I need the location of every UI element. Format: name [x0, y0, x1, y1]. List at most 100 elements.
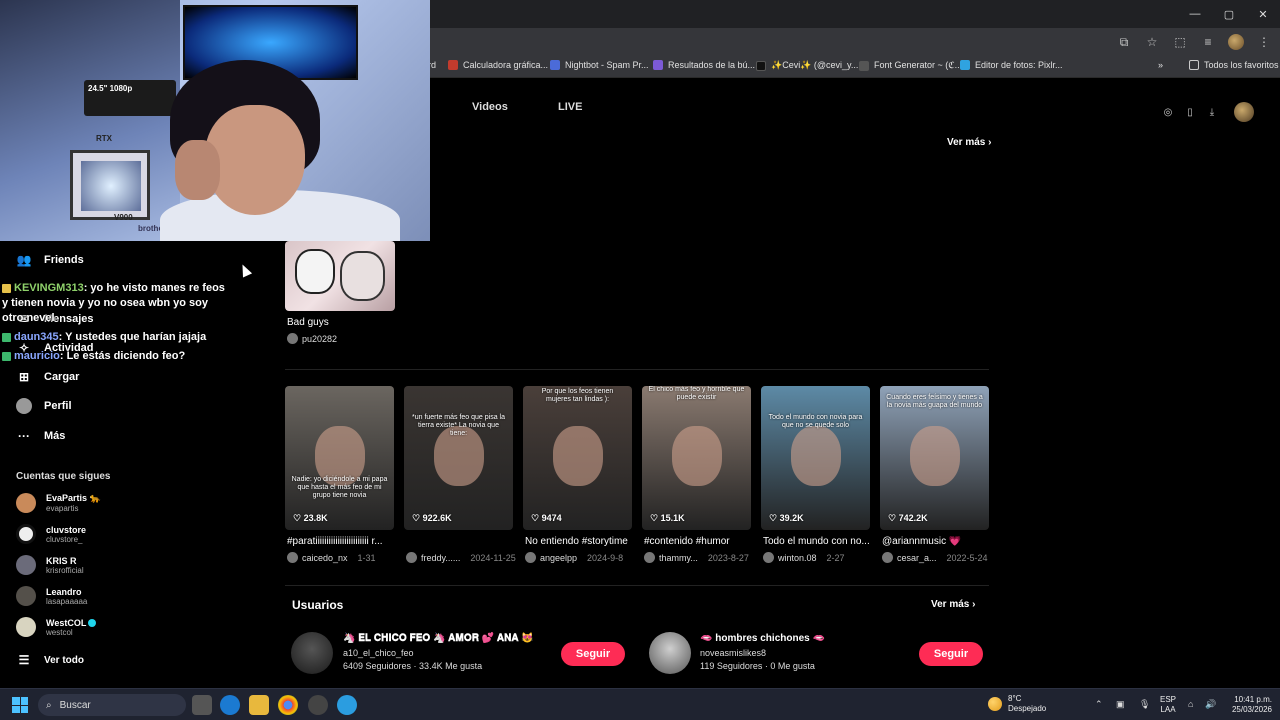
divider — [285, 369, 989, 370]
clock[interactable]: 10:41 p.m. 25/03/2026 — [1222, 695, 1272, 715]
bookmark-icon — [448, 60, 458, 70]
profile-avatar[interactable] — [1228, 34, 1244, 50]
following-account[interactable]: KRIS Rkrisrofficial — [16, 555, 84, 575]
bookmark[interactable]: ✨Cevi✨ (@cevi_y... — [756, 60, 858, 71]
video-author[interactable]: winton.08 2-27 — [763, 552, 845, 563]
minimize-button[interactable]: — — [1178, 0, 1212, 28]
star-icon[interactable]: ☆ — [1144, 34, 1160, 50]
sidebar-item-more[interactable]: ··· Más — [16, 428, 65, 444]
download-icon[interactable]: ⤓ — [1206, 106, 1218, 118]
video-title[interactable]: #paratiiiiiiiiiiiiiiiiiiiiiiii r... — [287, 536, 383, 547]
following-account[interactable]: WestCOL westcol — [16, 617, 97, 637]
video-thumbnail[interactable]: Cuando eres feísimo y tienes a la novia … — [880, 386, 989, 530]
tray-expand-icon[interactable]: ⌃ — [1095, 699, 1103, 710]
chat-message: daun345: Y ustedes que harían jajaja — [2, 330, 232, 345]
video-thumbnail[interactable]: El chico más feo y horrible que puede ex… — [642, 386, 751, 530]
avatar — [16, 617, 36, 637]
network-icon[interactable]: ⌂ — [1188, 699, 1193, 709]
video-title[interactable]: No entiendo #storytime — [525, 536, 628, 547]
media-icon[interactable]: ≡ — [1200, 34, 1216, 50]
video-title[interactable]: #contenido #humor — [644, 536, 730, 547]
video-thumbnail[interactable] — [285, 241, 395, 311]
start-button[interactable] — [12, 697, 28, 713]
see-more-users-link[interactable]: Ver más › — [931, 599, 975, 610]
language-indicator[interactable]: ESP LAA — [1160, 695, 1176, 715]
following-account[interactable]: EvaPartis 🐆 evapartis — [16, 493, 101, 513]
close-button[interactable]: ✕ — [1246, 0, 1280, 28]
following-account[interactable]: cluvstore cluvstore_ — [16, 524, 86, 544]
app-icon[interactable] — [337, 695, 357, 715]
video-title[interactable]: Todo el mundo con no... — [763, 536, 870, 547]
video-author[interactable]: angeelpp 2024-9-8 — [525, 552, 623, 563]
avatar — [16, 493, 36, 513]
video-title[interactable]: @ariannmusic 💗 — [882, 536, 961, 547]
video-author[interactable]: caicedo_nx 1-31 — [287, 552, 376, 563]
bookmark[interactable]: Nightbot - Spam Pr... — [550, 60, 649, 70]
like-count: ♡ 39.2K — [769, 513, 804, 523]
video-author[interactable]: freddy...... 2024-11-25 — [406, 552, 516, 563]
following-account[interactable]: Leandro lasapaaaaa — [16, 586, 87, 606]
video-author[interactable]: pu20282 — [287, 333, 337, 344]
weather-widget[interactable]: 8°C Despejado — [988, 694, 1046, 714]
monitor-box: 24.5" 1080p — [84, 80, 176, 116]
folder-icon — [1189, 60, 1199, 70]
extensions-icon[interactable]: ⬚ — [1172, 34, 1188, 50]
video-thumbnail[interactable]: Nadie: yo diciéndole a mi papa que hasta… — [285, 386, 394, 530]
user-avatar[interactable] — [1234, 102, 1254, 122]
bookmark[interactable]: Font Generator ~ (ℭ... — [859, 60, 962, 71]
cast-icon[interactable]: ⧉ — [1116, 34, 1132, 50]
sidebar-item-profile[interactable]: Perfil — [16, 398, 72, 414]
edge-icon[interactable] — [220, 695, 240, 715]
see-all-following[interactable]: ☰ Ver todo — [16, 652, 84, 668]
webcam-overlay: 24.5" 1080p RTX V900 brother — [0, 0, 430, 241]
phone-icon[interactable]: ▯ — [1184, 106, 1196, 118]
tab-videos[interactable]: Videos — [472, 101, 508, 113]
bookmark[interactable]: Calculadora gráfica... — [448, 60, 548, 70]
pixlr-icon — [960, 60, 970, 70]
top-right-actions: ◎ ▯ ⤓ — [1162, 102, 1254, 122]
follow-button[interactable]: Seguir — [919, 642, 983, 666]
see-more-link[interactable]: Ver más › — [947, 137, 991, 148]
author-avatar — [644, 552, 655, 563]
user-name[interactable]: 🫦 hombres chichones 🫦 — [700, 633, 825, 644]
video-title[interactable]: Bad guys — [287, 317, 329, 328]
video-thumbnail[interactable]: *un fuerte más feo que pisa la tierra ex… — [404, 386, 513, 530]
badge-icon — [2, 351, 11, 361]
author-avatar — [287, 552, 298, 563]
video-thumbnail[interactable]: Por que los feos tienen mujeres tan lind… — [523, 386, 632, 530]
follow-button[interactable]: Seguir — [561, 642, 625, 666]
video-caption-overlay: El chico más feo y horrible que puede ex… — [648, 386, 745, 401]
maximize-button[interactable]: ▢ — [1212, 0, 1246, 28]
video-author[interactable]: thammy... 2023-8-27 — [644, 552, 749, 563]
avatar — [16, 524, 36, 544]
menu-icon[interactable]: ⋮ — [1256, 34, 1272, 50]
user-stats: 119 Seguidores · 0 Me gusta — [700, 661, 815, 671]
volume-icon[interactable]: 🔊 — [1205, 699, 1216, 710]
tab-live[interactable]: LIVE — [558, 101, 582, 113]
task-view-icon[interactable] — [192, 695, 212, 715]
chat-message: mauricio: Le estás diciendo feo? — [2, 349, 232, 364]
all-favorites-folder[interactable]: Todos los favoritos — [1189, 60, 1279, 70]
user-avatar[interactable] — [649, 632, 691, 674]
user-avatar[interactable] — [291, 632, 333, 674]
video-author[interactable]: cesar_a... 2022-5-24 — [882, 552, 988, 563]
sidebar-item-upload[interactable]: ⊞ Cargar — [16, 369, 80, 385]
more-bookmarks-button[interactable]: » — [1158, 60, 1163, 70]
video-thumbnail[interactable]: Todo el mundo con novia para que no se q… — [761, 386, 870, 530]
stream-chat-overlay: KEVINGM313: yo he visto manes re feos y … — [2, 281, 232, 368]
folder-icon[interactable] — [249, 695, 269, 715]
verified-icon — [88, 619, 97, 628]
bookmark-icon — [859, 60, 869, 71]
microphone-icon[interactable]: 🎙 — [1139, 699, 1150, 710]
badge-icon — [2, 283, 11, 293]
user-name[interactable]: 🦄 𝐄𝐋 𝐂𝐇𝐈𝐂𝐎 𝐅𝐄𝐎 🦄 𝐀𝐌𝐎𝐑 💕 𝐀𝐍𝐀 😻 — [343, 633, 534, 644]
tray-app-icon[interactable]: ▣ — [1116, 699, 1125, 710]
bookmark[interactable]: Editor de fotos: Pixlr... — [960, 60, 1063, 70]
compass-icon[interactable]: ◎ — [1162, 106, 1174, 118]
sidebar-item-friends[interactable]: 👥 Friends — [16, 252, 84, 268]
obs-icon[interactable] — [308, 695, 328, 715]
video-date: 2-27 — [826, 552, 845, 563]
chrome-icon[interactable] — [278, 695, 298, 715]
bookmark[interactable]: Resultados de la bú... — [653, 60, 755, 70]
taskbar-search[interactable]: ⌕ Buscar — [38, 694, 186, 716]
